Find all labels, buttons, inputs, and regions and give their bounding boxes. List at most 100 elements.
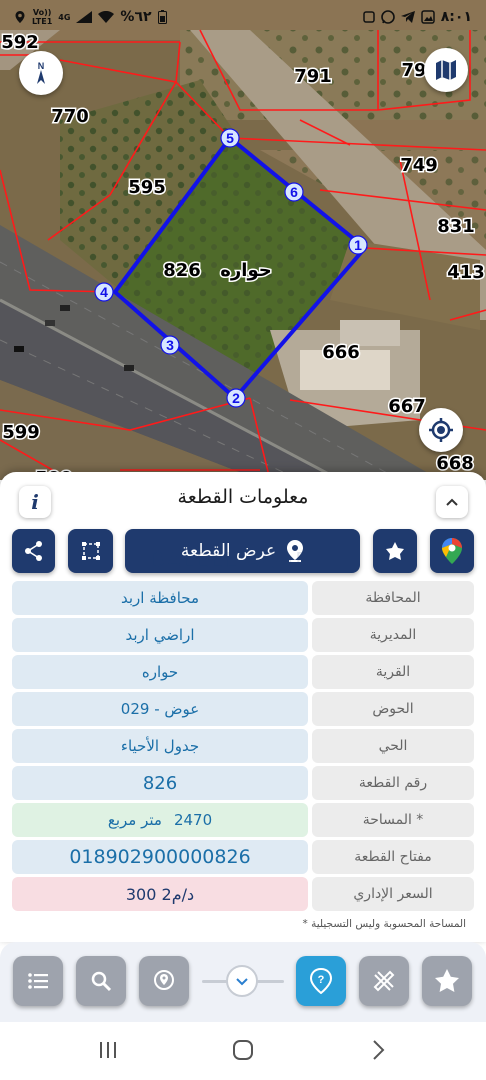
my-location-icon <box>429 418 453 442</box>
info-value: 300 د/م2 <box>12 877 308 911</box>
info-value: 826 <box>12 766 308 800</box>
star-icon <box>435 969 459 992</box>
parcel-name-label: حواره <box>220 260 271 281</box>
map-view[interactable]: 1 2 3 4 5 6 592 770 791 79 749 595 831 4… <box>0 0 486 480</box>
clock: ٨:٠١ <box>440 9 472 25</box>
location-icon <box>15 11 25 23</box>
chevron-up-icon <box>446 498 458 506</box>
info-value: جدول الأحياء <box>12 729 308 763</box>
map-canvas[interactable]: 1 2 3 4 5 6 592 770 791 79 749 595 831 4… <box>0 0 486 480</box>
search-icon <box>91 971 112 992</box>
info-label: مفتاح القطعة <box>312 840 474 874</box>
help-button[interactable]: ? <box>296 956 346 1006</box>
telegram-icon <box>400 11 415 23</box>
info-row-directorate: اراضي اربد المديرية <box>12 618 474 652</box>
my-location-button[interactable] <box>419 408 463 452</box>
panel-title: معلومات القطعة <box>177 486 309 508</box>
info-row-village: حواره القرية <box>12 655 474 689</box>
home-button[interactable] <box>213 1030 273 1070</box>
neighbor-label: 770 <box>51 106 89 127</box>
status-bar: Vo)) LTE1 4G %٦٢ ٨:٠١ <box>0 0 486 34</box>
location-pin-icon <box>287 540 304 562</box>
network-type: 4G <box>58 12 71 22</box>
measure-icon <box>373 970 395 992</box>
system-nav-bar <box>0 1022 486 1080</box>
info-label: القرية <box>312 655 474 689</box>
vertex-label-2: 2 <box>232 390 240 406</box>
info-label: المديرية <box>312 618 474 652</box>
info-label: الحوض <box>312 692 474 726</box>
neighbor-label: 592 <box>1 32 39 53</box>
parcel-number-label: 826 <box>163 260 201 281</box>
info-value: محافظة اربد <box>12 581 308 615</box>
star-icon <box>386 542 404 560</box>
favorite-button[interactable] <box>373 529 417 573</box>
compass-button[interactable]: N <box>19 51 63 95</box>
info-row-area: متر مربع 2470 المساحة * <box>12 803 474 837</box>
signal-icon <box>76 11 93 23</box>
recent-apps-button[interactable] <box>78 1030 138 1070</box>
favorites-button[interactable] <box>422 956 472 1006</box>
pin-location-button[interactable] <box>139 956 189 1006</box>
show-parcel-label: عرض القطعة <box>180 541 277 561</box>
neighbor-label: 831 <box>437 216 475 237</box>
neighbor-label: 79 <box>401 60 426 81</box>
map-layers-button[interactable] <box>424 48 468 92</box>
vertex-label-1: 1 <box>354 237 362 253</box>
info-label: المحافظة <box>312 581 474 615</box>
info-row-neighborhood: جدول الأحياء الحي <box>12 729 474 763</box>
google-maps-icon <box>442 538 462 564</box>
list-button[interactable] <box>13 956 63 1006</box>
share-icon <box>24 541 42 561</box>
network-indicator: Vo)) LTE1 <box>32 8 53 26</box>
area-footnote: * المساحة المحسوبة وليس التسجيلية <box>302 918 466 930</box>
parcel-info-table: محافظة اربد المحافظة اراضي اربد المديرية… <box>12 581 474 914</box>
info-label: رقم القطعة <box>312 766 474 800</box>
measure-tool-button[interactable] <box>359 956 409 1006</box>
neighbor-label: 668 <box>436 453 474 474</box>
svg-text:N: N <box>38 61 45 71</box>
neighbor-label: 791 <box>294 66 332 87</box>
google-maps-button[interactable] <box>430 529 474 573</box>
vertex-label-6: 6 <box>290 184 298 200</box>
polygon-icon <box>81 542 100 560</box>
expand-toolbar-button[interactable] <box>226 965 258 997</box>
info-icon: i <box>31 490 39 514</box>
vertex-label-4: 4 <box>100 284 108 300</box>
back-button[interactable] <box>348 1030 408 1070</box>
neighbor-label: 599 <box>2 422 40 443</box>
search-button[interactable] <box>76 956 126 1006</box>
info-row-admin-price: 300 د/م2 السعر الإداري <box>12 877 474 911</box>
recent-apps-icon <box>100 1042 116 1058</box>
neighbor-label: 666 <box>322 342 360 363</box>
info-value: اراضي اربد <box>12 618 308 652</box>
show-parcel-button[interactable]: عرض القطعة <box>125 529 360 573</box>
info-value: 018902900000826 <box>12 840 308 874</box>
svg-text:?: ? <box>318 974 325 986</box>
home-icon <box>233 1040 253 1060</box>
area-number: 2470 <box>173 811 213 829</box>
area-value: متر مربع 2470 <box>12 803 308 837</box>
whatsapp-icon <box>380 10 395 24</box>
notification-icon <box>363 11 375 23</box>
info-row-parcel-key: 018902900000826 مفتاح القطعة <box>12 840 474 874</box>
info-value: حواره <box>12 655 308 689</box>
battery-icon <box>157 10 167 24</box>
back-icon <box>373 1040 385 1060</box>
info-button[interactable]: i <box>19 486 51 518</box>
area-unit: متر مربع <box>107 811 162 829</box>
info-label: المساحة * <box>312 803 474 837</box>
gallery-icon <box>421 10 435 24</box>
wifi-icon <box>98 11 115 23</box>
share-button[interactable] <box>12 529 55 573</box>
collapse-panel-button[interactable] <box>436 486 468 518</box>
neighbor-label: 413 <box>447 262 485 283</box>
vertex-label-5: 5 <box>226 130 234 146</box>
compass-icon: N <box>37 61 45 84</box>
info-row-parcel-number: 826 رقم القطعة <box>12 766 474 800</box>
help-icon: ? <box>309 968 333 994</box>
pin-icon <box>154 970 174 990</box>
info-row-basin: عوض - 029 الحوض <box>12 692 474 726</box>
info-label: السعر الإداري <box>312 877 474 911</box>
polygon-tool-button[interactable] <box>68 529 113 573</box>
